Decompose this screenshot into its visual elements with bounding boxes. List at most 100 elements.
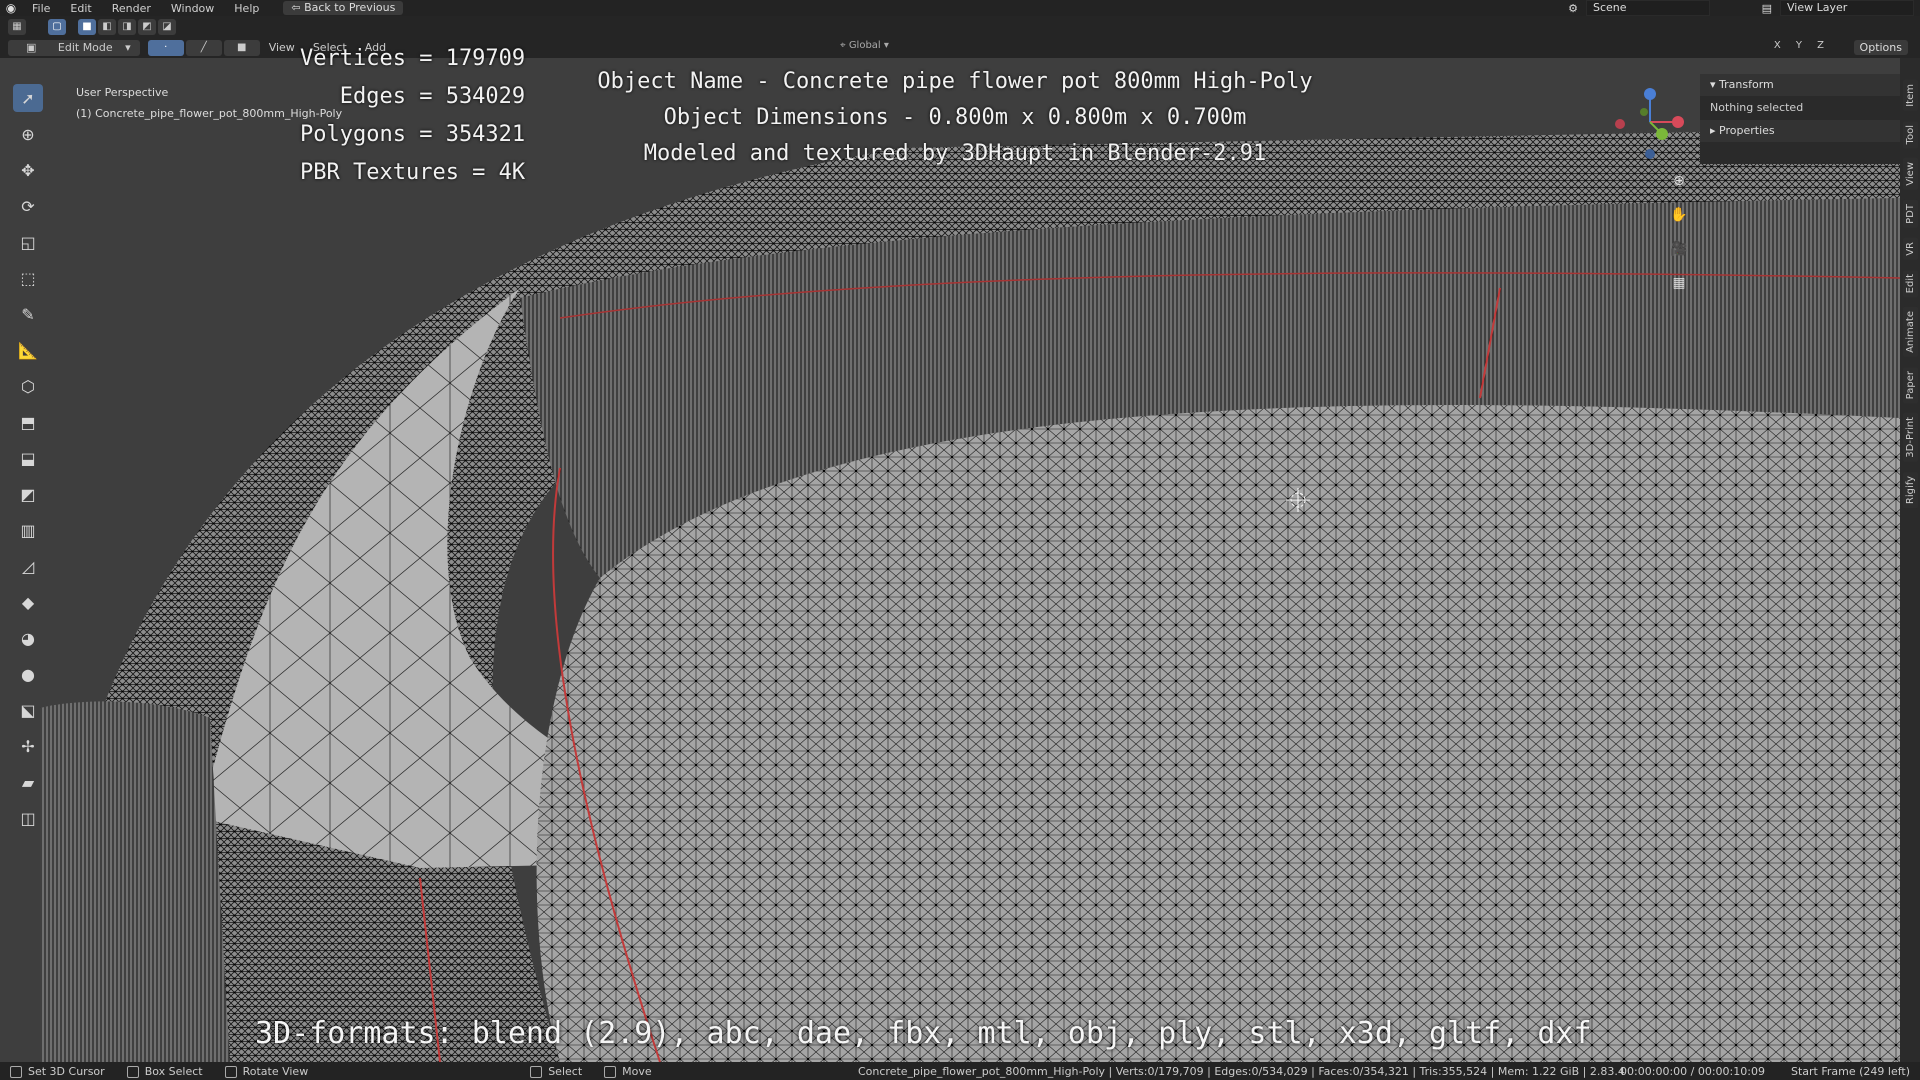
menu-render[interactable]: Render: [102, 2, 161, 15]
mouse-icon: [126, 1065, 139, 1078]
menu-window[interactable]: Window: [161, 2, 224, 15]
inset-tool-icon[interactable]: ⬓: [13, 444, 43, 472]
back-to-previous-label: Back to Previous: [304, 1, 396, 14]
editor-type-icon[interactable]: ▦: [8, 18, 26, 35]
properties-panel-header[interactable]: ▸ Properties: [1700, 120, 1900, 142]
tab-item[interactable]: Item: [1902, 80, 1918, 111]
hint-move: Move: [604, 1065, 652, 1078]
tab-view[interactable]: View: [1902, 158, 1918, 190]
mouse-icon: [530, 1065, 543, 1078]
loop-cut-tool-icon[interactable]: ▥: [13, 516, 43, 544]
gizmo-neg-y-icon[interactable]: [1640, 108, 1648, 116]
view-layer-icon[interactable]: ▤: [1762, 2, 1772, 15]
tab-edit[interactable]: Edit: [1902, 269, 1918, 297]
tab-pdt[interactable]: PDT: [1902, 199, 1918, 228]
hint-set-3d-cursor: Set 3D Cursor: [10, 1065, 105, 1078]
gizmo-neg-x-icon[interactable]: [1615, 119, 1625, 129]
shrink-fatten-tool-icon[interactable]: ✢: [13, 732, 43, 760]
overlay-vertices: Vertices = 179709: [300, 46, 526, 71]
hint-move-label: Move: [622, 1064, 652, 1078]
3d-viewport[interactable]: Object Name - Concrete pipe flower pot 8…: [0, 58, 1900, 1062]
overlay-stats-block: Vertices = 179709 Edges = 534029 Polygon…: [300, 40, 525, 192]
edit-mode-dropdown[interactable]: ▣ Edit Mode ▾: [8, 39, 140, 56]
mode-intersect-icon[interactable]: ◪: [158, 18, 176, 35]
gizmo-x-axis-icon[interactable]: [1672, 116, 1684, 128]
overlay-formats: 3D-formats: blend (2.9), abc, dae, fbx, …: [255, 1016, 1592, 1051]
spin-tool-icon[interactable]: ◕: [13, 624, 43, 652]
options-dropdown[interactable]: Options: [1853, 40, 1908, 55]
tab-tool[interactable]: Tool: [1902, 120, 1918, 149]
tab-vr[interactable]: VR: [1902, 237, 1918, 260]
smooth-tool-icon[interactable]: ●: [13, 660, 43, 688]
edge-select-icon[interactable]: ╱: [185, 39, 222, 56]
hint-rotate-view: Rotate View: [224, 1064, 309, 1078]
measure-tool-icon[interactable]: 📐: [13, 336, 43, 364]
annotate-tool-icon[interactable]: ✎: [13, 300, 43, 328]
bevel-tool-icon[interactable]: ◩: [13, 480, 43, 508]
rip-tool-icon[interactable]: ◫: [13, 804, 43, 832]
mode-new-icon[interactable]: ■: [78, 18, 96, 35]
blender-logo-icon[interactable]: ◉: [0, 0, 22, 16]
tab-paper[interactable]: Paper: [1902, 366, 1918, 404]
camera-icon[interactable]: 🎥: [1668, 238, 1690, 260]
gizmo-neg-z-icon[interactable]: [1645, 149, 1655, 159]
hint-box-select-label: Box Select: [144, 1064, 203, 1078]
vertex-select-icon[interactable]: ·: [147, 39, 184, 56]
zoom-icon[interactable]: ⊕: [1668, 170, 1690, 192]
face-select-icon[interactable]: ■: [223, 39, 260, 56]
cursor-tool-icon[interactable]: ⊕: [13, 120, 43, 148]
mode-subtract-icon[interactable]: ◨: [118, 18, 136, 35]
edit-mode-icon: ▣: [26, 40, 40, 54]
overlay-textures: PBR Textures = 4K: [300, 160, 526, 185]
gizmo-y-axis-icon[interactable]: [1656, 128, 1668, 140]
menu-help[interactable]: Help: [224, 2, 269, 15]
timecode: 00:00:00:00 / 00:00:10:09: [1620, 1064, 1765, 1078]
edge-slide-tool-icon[interactable]: ⬕: [13, 696, 43, 724]
transform-tool-icon[interactable]: ⬚: [13, 264, 43, 292]
add-cube-tool-icon[interactable]: ⬡: [13, 372, 43, 400]
view-layer-selector: ▤ View Layer: [1762, 0, 1914, 16]
header-menu-view[interactable]: View: [260, 41, 304, 54]
mode-extend-icon[interactable]: ◧: [98, 18, 116, 35]
menu-file[interactable]: File: [22, 2, 60, 15]
viewport-nav-buttons: ⊕ ✋ 🎥 ▦: [1668, 170, 1690, 294]
extrude-tool-icon[interactable]: ⬒: [13, 408, 43, 436]
status-right: 00:00:00:00 / 00:00:10:09 Start Frame (2…: [1620, 1065, 1910, 1078]
scene-statistics: Concrete_pipe_flower_pot_800mm_High-Poly…: [858, 1064, 1625, 1078]
sidebar-tabs: Item Tool View PDT VR Edit Animate Paper…: [1900, 80, 1920, 508]
tool-shelf: ➚ ⊕ ✥ ⟳ ◱ ⬚ ✎ 📐 ⬡ ⬒ ⬓ ◩ ▥ ◿ ◆ ◕ ● ⬕ ✢ ▰ …: [6, 84, 50, 832]
move-tool-icon[interactable]: ✥: [13, 156, 43, 184]
menu-edit[interactable]: Edit: [60, 2, 101, 15]
transform-panel-header[interactable]: ▾ Transform: [1700, 74, 1900, 96]
hint-rotate-view-label: Rotate View: [242, 1064, 309, 1078]
mouse-icon: [10, 1065, 22, 1078]
scale-tool-icon[interactable]: ◱: [13, 228, 43, 256]
poly-build-tool-icon[interactable]: ◆: [13, 588, 43, 616]
tab-rigify[interactable]: Rigify: [1902, 471, 1918, 508]
transform-orientation-dropdown[interactable]: ⌖ Global ▾: [840, 40, 889, 51]
knife-tool-icon[interactable]: ◿: [13, 552, 43, 580]
view-layer-field[interactable]: View Layer: [1780, 0, 1914, 16]
top-menu-bar: ◉ File Edit Render Window Help ⇦ Back to…: [0, 0, 1920, 16]
mode-invert-icon[interactable]: ◩: [138, 18, 156, 35]
shear-tool-icon[interactable]: ▰: [13, 768, 43, 796]
grid-icon[interactable]: ▦: [1668, 272, 1690, 294]
tab-animate[interactable]: Animate: [1902, 306, 1918, 357]
gizmo-z-axis-icon[interactable]: [1644, 88, 1656, 100]
status-bar: Set 3D Cursor Box Select Rotate View Sel…: [0, 1062, 1920, 1080]
navigation-gizmo[interactable]: [1600, 82, 1690, 162]
scene-icon[interactable]: ⚙: [1568, 2, 1578, 15]
scene-selector: ⚙ Scene: [1568, 0, 1710, 16]
rotate-tool-icon[interactable]: ⟳: [13, 192, 43, 220]
mouse-icon: [604, 1065, 617, 1078]
overlay-polygons: Polygons = 354321: [300, 122, 526, 147]
pan-hand-icon[interactable]: ✋: [1668, 204, 1690, 226]
select-box-tool-icon[interactable]: ▢: [48, 18, 66, 35]
select-tool-icon[interactable]: ➚: [13, 84, 43, 112]
start-frame: Start Frame (249 left): [1790, 1064, 1910, 1078]
back-to-previous-button[interactable]: ⇦ Back to Previous: [283, 1, 404, 15]
viewport-header: ▦ ▢ ■ ◧ ◨ ◩ ◪ ▣ Edit Mode ▾ · ╱ ■ View S…: [0, 16, 1920, 58]
tab-3d-print[interactable]: 3D-Print: [1902, 413, 1918, 462]
scene-field[interactable]: Scene: [1586, 0, 1710, 16]
mirror-axes[interactable]: X Y Z: [1774, 40, 1830, 51]
